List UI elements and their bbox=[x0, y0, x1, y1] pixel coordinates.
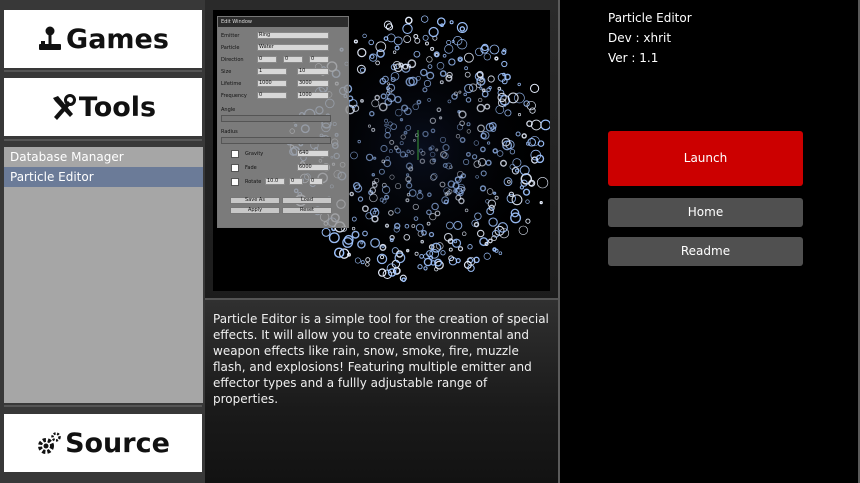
direction-y-field[interactable]: 0 bbox=[283, 56, 303, 63]
tool-list: Database Manager Particle Editor bbox=[4, 147, 203, 403]
divider bbox=[4, 139, 202, 141]
particle-select[interactable]: Water bbox=[257, 44, 329, 51]
rotate-y-field[interactable]: 0 bbox=[289, 178, 303, 185]
direction-label: Direction bbox=[221, 57, 244, 63]
angle-slider[interactable] bbox=[221, 115, 331, 122]
developer-text: Dev : xhrit bbox=[608, 31, 672, 45]
frequency-min-field[interactable]: 0 bbox=[257, 92, 287, 99]
lifetime-label: Lifetime bbox=[221, 81, 242, 87]
version-text: Ver : 1.1 bbox=[608, 51, 659, 65]
list-item-particle-editor[interactable]: Particle Editor bbox=[4, 167, 203, 187]
launch-button[interactable]: Launch bbox=[608, 131, 803, 186]
emitter-label: Emitter bbox=[221, 33, 240, 39]
edit-window-title: Edit Window bbox=[218, 17, 348, 27]
fade-label: Fade bbox=[245, 165, 257, 171]
readme-button[interactable]: Readme bbox=[608, 237, 803, 266]
games-label: Games bbox=[66, 23, 169, 55]
size-max-field[interactable]: 10 bbox=[297, 68, 329, 75]
games-category-button[interactable]: Games bbox=[4, 10, 202, 68]
joystick-icon bbox=[37, 25, 63, 53]
particle-label: Particle bbox=[221, 45, 240, 51]
tools-category-button[interactable]: Tools bbox=[4, 78, 202, 136]
tools-icon bbox=[50, 93, 76, 121]
gravity-label: Gravity bbox=[245, 151, 264, 157]
divider bbox=[4, 405, 202, 407]
list-item-database-manager[interactable]: Database Manager bbox=[4, 147, 203, 167]
emitter-select[interactable]: Ring bbox=[257, 32, 329, 39]
tool-description: Particle Editor is a simple tool for the… bbox=[213, 312, 549, 406]
source-category-button[interactable]: Source bbox=[4, 414, 202, 472]
size-min-field[interactable]: 1 bbox=[257, 68, 287, 75]
lifetime-max-field[interactable]: 3000 bbox=[297, 80, 329, 87]
gravity-checkbox[interactable] bbox=[231, 150, 239, 158]
gears-icon bbox=[36, 429, 62, 457]
fade-field[interactable]: 6000 bbox=[297, 164, 329, 171]
center-panel: Edit Window Emitter Ring Particle Water … bbox=[205, 0, 559, 483]
frequency-label: Frequency bbox=[221, 93, 247, 99]
info-panel: Particle Editor Dev : xhrit Ver : 1.1 La… bbox=[560, 0, 860, 483]
preview-screenshot: Edit Window Emitter Ring Particle Water … bbox=[213, 10, 550, 291]
reset-button[interactable]: Reset bbox=[282, 207, 332, 214]
home-button[interactable]: Home bbox=[608, 198, 803, 227]
frequency-max-field[interactable]: 1000 bbox=[297, 92, 329, 99]
radius-slider[interactable] bbox=[221, 137, 331, 144]
load-button[interactable]: Load bbox=[282, 197, 332, 204]
rotate-x-field[interactable]: 10.0 bbox=[265, 178, 285, 185]
gravity-field[interactable]: 640 bbox=[297, 150, 329, 157]
tools-label: Tools bbox=[78, 91, 157, 123]
rotate-z-field[interactable]: 0 bbox=[309, 178, 323, 185]
edit-window: Edit Window Emitter Ring Particle Water … bbox=[217, 16, 349, 228]
source-label: Source bbox=[65, 427, 170, 459]
tool-name: Particle Editor bbox=[608, 11, 692, 25]
direction-x-field[interactable]: 0 bbox=[257, 56, 277, 63]
angle-label: Angle bbox=[221, 107, 236, 113]
divider bbox=[4, 70, 202, 72]
direction-z-field[interactable]: 0 bbox=[309, 56, 329, 63]
rotate-label: Rotate bbox=[245, 179, 262, 185]
apply-button[interactable]: Apply bbox=[230, 207, 280, 214]
radius-label: Radius bbox=[221, 129, 238, 135]
left-sidebar: Games Tools Database Manager Particle Ed… bbox=[0, 0, 205, 483]
size-label: Size bbox=[221, 69, 232, 75]
rotate-checkbox[interactable] bbox=[231, 178, 239, 186]
save-as-button[interactable]: Save As bbox=[230, 197, 280, 204]
description-panel: Particle Editor is a simple tool for the… bbox=[205, 300, 559, 483]
fade-checkbox[interactable] bbox=[231, 164, 239, 172]
lifetime-min-field[interactable]: 1000 bbox=[257, 80, 287, 87]
